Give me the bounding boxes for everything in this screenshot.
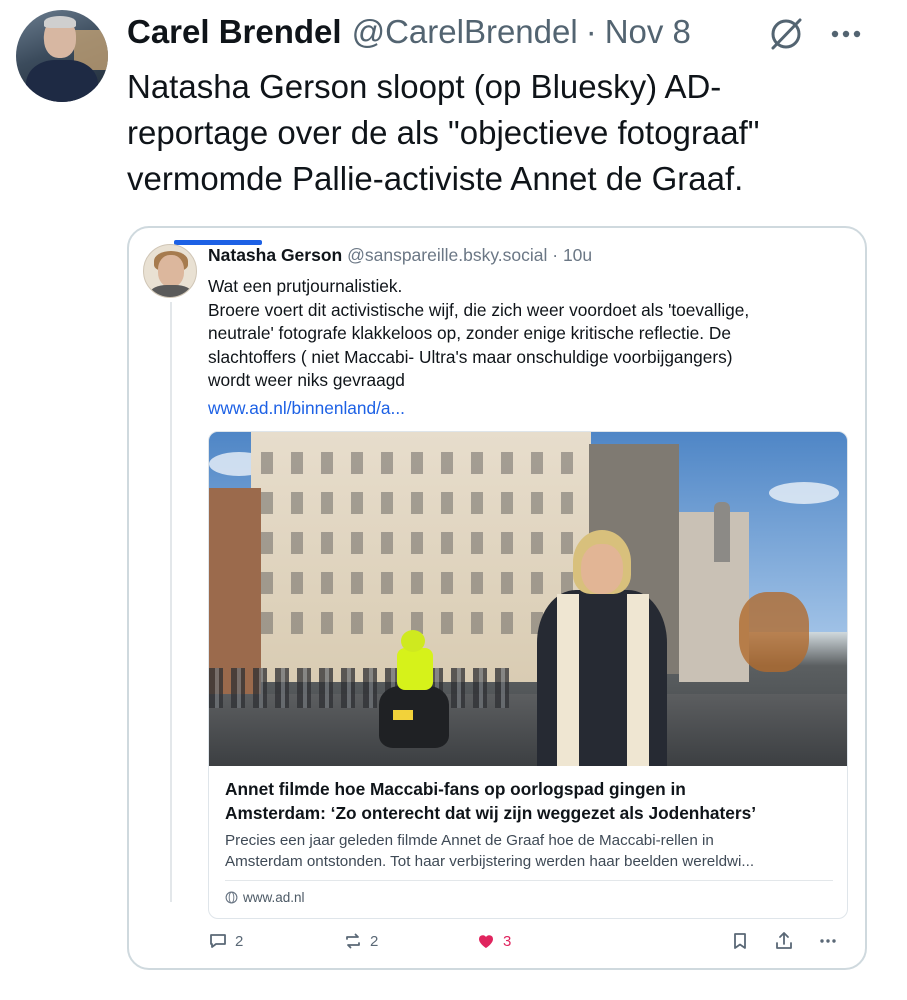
embed-post-text: Wat een prutjournalistiek. Broere voert … [208,276,750,390]
thread-line [170,302,172,902]
embed-author-name: Natasha Gerson [208,245,343,265]
embed-more-action [817,930,839,952]
bookmark-action [729,930,751,952]
like-count: 3 [503,932,512,950]
heart-icon [479,935,493,948]
link-preview-domain: www.ad.nl [225,890,305,905]
share-icon [776,932,792,949]
more-icon[interactable] [826,14,866,54]
embed-action-bar: 2 2 3 [201,928,849,958]
repost-icon [346,933,360,949]
reply-count: 2 [235,932,244,950]
embed-header: Natasha Gerson @sanspareille.bsky.social… [208,245,592,266]
link-preview-description: Precies een jaar geleden filmde Annet de… [225,832,755,870]
bookmark-icon [734,933,746,949]
author-avatar[interactable] [16,10,108,102]
separator-dot: · [585,13,597,50]
author-handle[interactable]: @CarelBrendel [352,13,578,51]
embed-author-handle: @sanspareille.bsky.social · 10u [347,245,593,265]
author-name[interactable]: Carel Brendel [127,13,342,51]
more-icon [820,939,836,943]
reply-action: 2 [207,930,243,952]
share-action [773,930,795,952]
divider [225,880,833,881]
reply-icon [210,934,226,948]
repost-action: 2 [342,930,378,952]
link-preview-title: Annet filmde hoe Maccabi-fans op oorlogs… [225,779,757,823]
embed-author-avatar [143,244,197,298]
repost-count: 2 [370,932,379,950]
link-preview-image [209,432,847,766]
tweet-text: Natasha Gerson sloopt (op Bluesky) AD- r… [127,68,760,197]
tweet-header: Carel Brendel @CarelBrendel · Nov 8 [127,12,777,52]
embed-post-link: www.ad.nl/binnenland/a... [208,398,405,418]
globe-icon [225,891,238,904]
embedded-media[interactable]: Natasha Gerson @sanspareille.bsky.social… [127,226,867,970]
link-domain-text: www.ad.nl [243,890,305,905]
like-action: 3 [475,930,511,952]
tweet-date[interactable]: Nov 8 [605,13,691,51]
link-preview-card: Annet filmde hoe Maccabi-fans op oorlogs… [208,431,848,919]
grok-icon[interactable] [766,14,806,54]
